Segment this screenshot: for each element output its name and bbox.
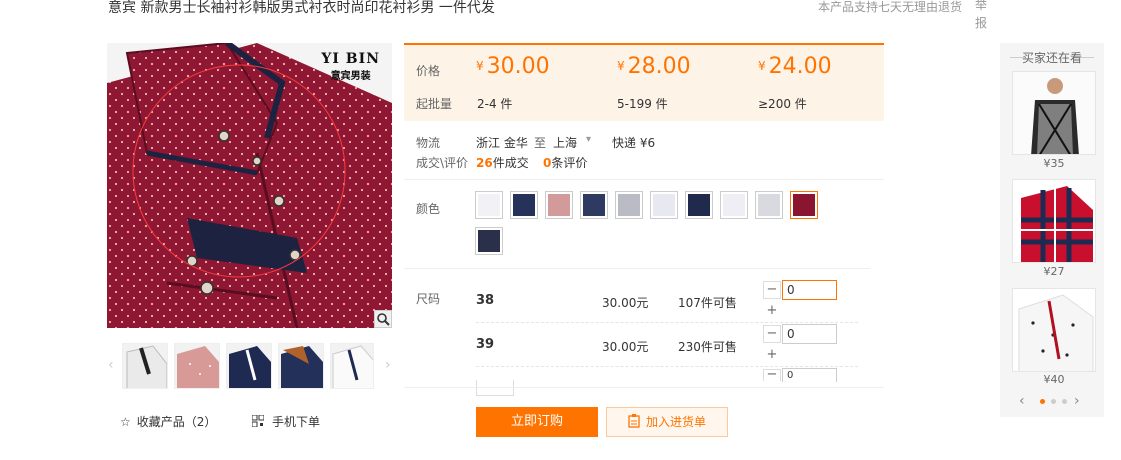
favorite-button[interactable]: ☆ 收藏产品（2）	[120, 413, 216, 430]
thumbnail-3[interactable]	[226, 343, 272, 389]
clipboard-icon	[628, 414, 640, 428]
color-label: 颜色	[416, 202, 441, 216]
deals-label: 成交\评价	[416, 156, 469, 170]
size-label: 尺码	[416, 292, 441, 306]
recommendation-title: 买家还在看	[1021, 51, 1082, 65]
product-title: 意宾 新款男士长袖衬衫韩版男式衬衣时尚印花衬衫男 一件代发	[108, 0, 495, 16]
report-link[interactable]: 举报	[975, 0, 989, 32]
chevron-down-icon[interactable]: ▾	[586, 134, 591, 145]
carousel-dot[interactable]	[1062, 399, 1067, 404]
buy-now-button[interactable]: 立即订购	[476, 407, 598, 437]
range-tier-3: ≥200 件	[758, 97, 807, 111]
recommendation-item-2[interactable]	[1012, 179, 1096, 263]
size-stock: 107件可售	[678, 296, 737, 310]
thumbnail-1[interactable]	[122, 343, 168, 389]
moq-label: 起批量	[416, 97, 453, 111]
rec-next-arrow-icon[interactable]: ›	[1074, 393, 1080, 409]
return-policy-note: 本产品支持七天无理由退货	[818, 0, 963, 14]
divider	[404, 268, 870, 269]
color-swatch-navy-print[interactable]	[475, 227, 503, 255]
main-product-image[interactable]: YI BIN 意宾男装	[107, 43, 392, 328]
carousel-dot-active[interactable]	[1040, 399, 1045, 404]
qr-code-icon	[251, 414, 265, 428]
range-tier-1: 2-4 件	[477, 97, 513, 111]
color-swatch-light[interactable]	[650, 191, 678, 219]
ship-to-select[interactable]: 上海	[553, 134, 577, 151]
color-swatch-wine-selected[interactable]	[790, 191, 818, 219]
color-swatch-navy[interactable]	[510, 191, 538, 219]
qty-input[interactable]	[782, 324, 837, 344]
ship-to-word: 至	[534, 136, 547, 150]
price-label: 价格	[416, 64, 441, 78]
shirt-illustration	[107, 43, 392, 328]
zoom-icon[interactable]	[374, 310, 392, 328]
color-swatch-white[interactable]	[475, 191, 503, 219]
price-tier-1: ¥30.00	[476, 54, 550, 79]
divider	[404, 179, 884, 180]
qty-increment-button[interactable]: +	[763, 346, 781, 364]
size-price: 30.00元	[602, 296, 649, 310]
size-stock: 230件可售	[678, 340, 737, 354]
brand-logo: YI BIN 意宾男装	[321, 51, 380, 82]
color-swatch-pink[interactable]	[545, 191, 573, 219]
star-icon: ☆	[120, 415, 131, 429]
recommendation-price-2: ¥27	[1043, 265, 1065, 278]
size-price: 30.00元	[602, 340, 649, 354]
size-name: 38	[476, 293, 495, 308]
recommendation-price-1: ¥35	[1043, 157, 1065, 170]
row-divider	[476, 366, 858, 367]
recommendation-item-3[interactable]	[1012, 288, 1096, 372]
price-tier-2: ¥28.00	[617, 54, 691, 79]
divider	[404, 387, 884, 388]
qty-decrement-button[interactable]: −	[763, 281, 781, 299]
qty-decrement-button[interactable]: −	[763, 368, 781, 381]
thumbnail-5[interactable]	[330, 343, 374, 389]
thumb-prev-arrow-icon[interactable]: ‹	[108, 357, 114, 373]
recommendation-item-1[interactable]	[1012, 71, 1096, 155]
row-divider	[476, 322, 858, 323]
color-swatch-grey[interactable]	[615, 191, 643, 219]
color-swatch-white-2[interactable]	[720, 191, 748, 219]
qty-input[interactable]	[782, 280, 837, 300]
recommendation-price-3: ¥40	[1043, 373, 1065, 386]
add-to-cart-button[interactable]: 加入进货单	[606, 407, 728, 437]
range-tier-2: 5-199 件	[617, 97, 668, 111]
price-tier-3: ¥24.00	[758, 54, 832, 79]
color-swatch-deep-navy[interactable]	[685, 191, 713, 219]
shipping-fee: 快递 ¥6	[612, 136, 656, 150]
size-name: 39	[476, 337, 495, 352]
color-swatch-dark-blue[interactable]	[580, 191, 608, 219]
qty-increment-button[interactable]: +	[763, 302, 781, 320]
color-swatch-white-3[interactable]	[755, 191, 783, 219]
deal-count: 26件成交	[476, 156, 529, 170]
qty-input[interactable]	[782, 368, 837, 382]
ship-from: 浙江 金华	[476, 136, 528, 150]
rec-prev-arrow-icon[interactable]: ‹	[1019, 393, 1025, 409]
carousel-dot[interactable]	[1051, 399, 1056, 404]
review-count[interactable]: 0条评价	[543, 154, 587, 171]
logistics-label: 物流	[416, 136, 441, 150]
qty-decrement-button[interactable]: −	[763, 325, 781, 343]
expand-sizes-toggle[interactable]	[476, 380, 514, 396]
thumbnail-4[interactable]	[278, 343, 324, 389]
mobile-order-button[interactable]: 手机下单	[251, 413, 320, 430]
thumb-next-arrow-icon[interactable]: ›	[385, 357, 391, 373]
thumbnail-2[interactable]	[174, 343, 220, 389]
